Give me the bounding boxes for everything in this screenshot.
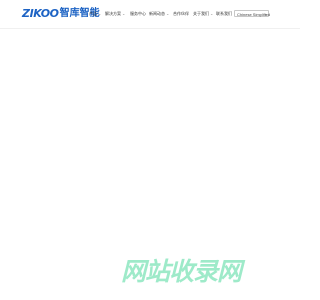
nav-item-label: 合作伙伴 xyxy=(173,11,189,16)
watermark-text: 网站收录网 xyxy=(121,257,242,286)
nav-item-products[interactable]: 产品⌄ xyxy=(89,11,101,17)
logo-wordmark-latin: ZIKOO xyxy=(22,7,59,20)
chevron-down-icon: ⌄ xyxy=(210,11,214,16)
site-logo[interactable]: ZIKOO 智库智能 xyxy=(22,8,100,20)
chevron-down-icon: ⌄ xyxy=(98,11,102,16)
chevron-down-icon: ▾ xyxy=(264,12,267,17)
nav-item-contact[interactable]: 联系我们 xyxy=(216,11,232,17)
chevron-down-icon: ⌄ xyxy=(166,11,170,16)
nav-item-label: 服务中心 xyxy=(130,11,146,16)
nav-item-news[interactable]: 新闻动态⌄ xyxy=(149,11,169,17)
nav-item-service-center[interactable]: 服务中心 xyxy=(130,11,146,17)
language-select[interactable]: Chinese Simplified ▾ xyxy=(234,10,270,17)
site-header: ZIKOO 智库智能 产品⌄ 解决方案⌄ 服务中心 新闻动态⌄ 合作伙伴 关于我… xyxy=(0,0,300,29)
nav-item-about[interactable]: 关于我们⌄ xyxy=(193,11,213,17)
nav-item-solutions[interactable]: 解决方案⌄ xyxy=(105,11,125,17)
nav-item-label: 解决方案 xyxy=(105,11,121,16)
nav-item-label: 联系我们 xyxy=(216,11,232,16)
nav-item-label: 产品 xyxy=(89,11,97,16)
nav-item-label: 新闻动态 xyxy=(149,11,165,16)
nav-item-partners[interactable]: 合作伙伴 xyxy=(173,11,189,17)
nav-item-label: 关于我们 xyxy=(193,11,209,16)
chevron-down-icon: ⌄ xyxy=(122,11,126,16)
